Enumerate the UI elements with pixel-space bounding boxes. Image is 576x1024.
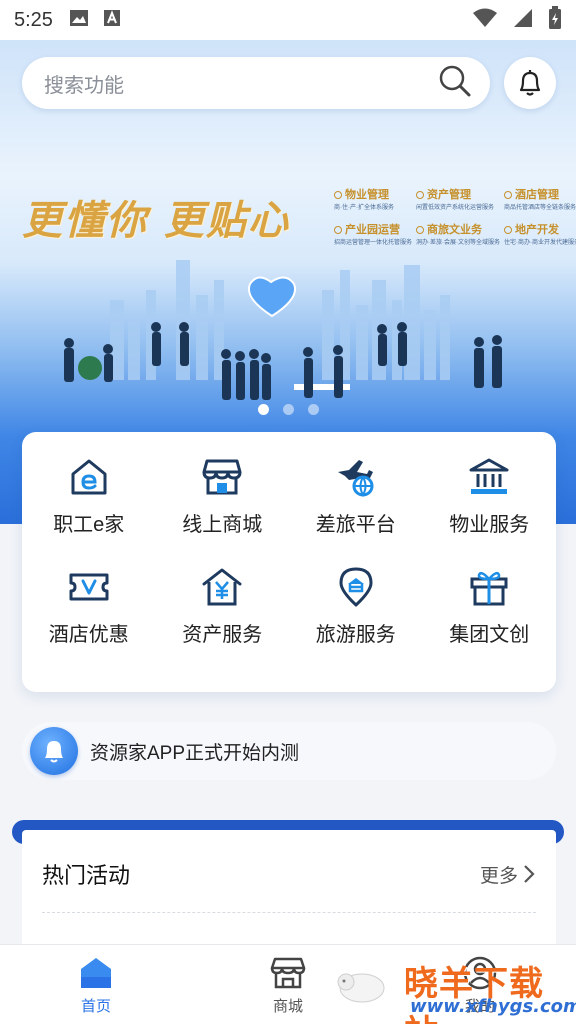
more-label: 更多 (479, 865, 518, 887)
tab-home[interactable]: 首页 (0, 945, 192, 1024)
service-desc: 闲置低效资产系统化运营服务 (416, 205, 495, 211)
menu-label: 集团文创 (449, 624, 530, 646)
menu-label: 差旅平台 (315, 514, 396, 536)
watermark: 晓羊下载站 www.xfhygs.com (404, 956, 576, 1024)
bank-building-icon (469, 458, 509, 494)
bell-icon (519, 70, 541, 96)
store-icon (270, 957, 306, 989)
carousel-dot[interactable] (258, 404, 269, 415)
menu-label: 物业服务 (449, 514, 530, 536)
banner-service-item: 产业园运营 招商运营管理一体化托管服务 (334, 221, 412, 246)
service-title: 酒店管理 (515, 189, 560, 201)
city-illustration (0, 260, 576, 450)
bell-icon (30, 727, 78, 775)
menu-item-property-service[interactable]: 物业服务 (423, 456, 557, 566)
circle-icon (334, 226, 342, 234)
search-placeholder: 搜索功能 (44, 74, 124, 97)
carousel-dot[interactable] (308, 404, 319, 415)
signal-icon (512, 8, 534, 33)
plane-globe-icon (337, 460, 374, 498)
circle-icon (416, 226, 425, 234)
watermark-url: www.xfhygs.com (410, 996, 576, 1017)
tab-label: 首页 (80, 998, 111, 1015)
tab-label: 商城 (272, 998, 303, 1015)
wifi-icon (472, 8, 498, 33)
menu-item-group-creative[interactable]: 集团文创 (423, 566, 557, 676)
banner-service-item: 资产管理 闲置低效资产系统化运营服务 (416, 186, 500, 211)
gift-icon (470, 571, 508, 606)
image-notification-icon (69, 9, 89, 32)
divider (42, 912, 536, 913)
service-desc: 招商运营管理一体化托管服务 (334, 240, 413, 246)
section-header: 热门活动 更多 (42, 858, 536, 890)
banner-services: 物业管理 商·住·产·扩全体系服务 资产管理 闲置低效资产系统化运营服务 酒店管… (334, 186, 576, 246)
menu-label: 职工e家 (53, 514, 125, 536)
menu-item-travel-platform[interactable]: 差旅平台 (289, 456, 423, 566)
service-desc: 住宅·商办·商业开发代建服务 (504, 240, 576, 246)
banner-slogan: 更懂你 更贴心 (22, 197, 290, 244)
sheep-logo-icon (337, 973, 385, 1003)
service-desc: 洞办·差旅·会展·文创等全域服务 (416, 240, 501, 246)
circle-icon (334, 191, 342, 199)
a-notification-icon (103, 9, 121, 32)
circle-icon (416, 191, 425, 199)
status-bar: 5:25 (0, 0, 576, 40)
battery-icon (548, 5, 562, 35)
menu-label: 旅游服务 (315, 624, 396, 646)
service-title: 资产管理 (427, 189, 472, 201)
status-right (472, 5, 562, 35)
menu-item-employee-home[interactable]: 职工e家 (22, 456, 156, 566)
section-title: 热门活动 (42, 863, 131, 888)
search-icon[interactable] (438, 64, 472, 103)
service-title: 产业园运营 (345, 224, 400, 236)
circle-icon (504, 226, 513, 234)
banner-service-item: 地产开发 住宅·商办·商业开发代建服务 (504, 221, 576, 246)
circle-icon (504, 191, 513, 199)
home-e-icon (71, 459, 107, 495)
store-icon (202, 459, 242, 495)
status-time: 5:25 (14, 8, 53, 31)
notification-button[interactable] (504, 57, 556, 109)
search-input[interactable]: 搜索功能 (22, 57, 490, 109)
more-link[interactable]: 更多 (480, 861, 536, 888)
menu-label: 资产服务 (182, 624, 263, 646)
announcement-bar[interactable]: 资源家APP正式开始内测 (22, 722, 556, 780)
announcement-text: 资源家APP正式开始内测 (90, 742, 300, 764)
service-desc: 商品托管酒店等全链条服务 (504, 205, 576, 211)
menu-item-hotel-deals[interactable]: 酒店优惠 (22, 566, 156, 676)
service-title: 商旅文业务 (427, 224, 483, 236)
menu-item-online-mall[interactable]: 线上商城 (156, 456, 290, 566)
carousel-dot[interactable] (283, 404, 294, 415)
banner-service-item: 酒店管理 商品托管酒店等全链条服务 (504, 186, 576, 211)
menu-label: 酒店优惠 (48, 624, 129, 646)
carousel-indicators[interactable] (258, 404, 319, 415)
chevron-right-icon (524, 865, 535, 883)
hot-activities-section: 热门活动 更多 (22, 830, 556, 960)
menu-label: 线上商城 (182, 514, 263, 536)
map-pin-icon (339, 567, 373, 607)
home-icon (81, 958, 111, 988)
house-yen-icon (202, 568, 242, 606)
service-title: 地产开发 (515, 224, 560, 236)
service-desc: 商·住·产·扩全体系服务 (334, 205, 394, 211)
menu-item-asset-service[interactable]: 资产服务 (156, 566, 290, 676)
ticket-icon (69, 573, 109, 601)
banner-service-item: 商旅文业务 洞办·差旅·会展·文创等全域服务 (416, 221, 500, 246)
service-menu: 职工e家 线上商城 差旅平台 物业服务 酒店优惠 资产服务 旅游服务 集团文创 (22, 432, 556, 692)
service-title: 物业管理 (345, 189, 389, 201)
banner-service-item: 物业管理 商·住·产·扩全体系服务 (334, 186, 412, 211)
menu-item-tourism-service[interactable]: 旅游服务 (289, 566, 423, 676)
